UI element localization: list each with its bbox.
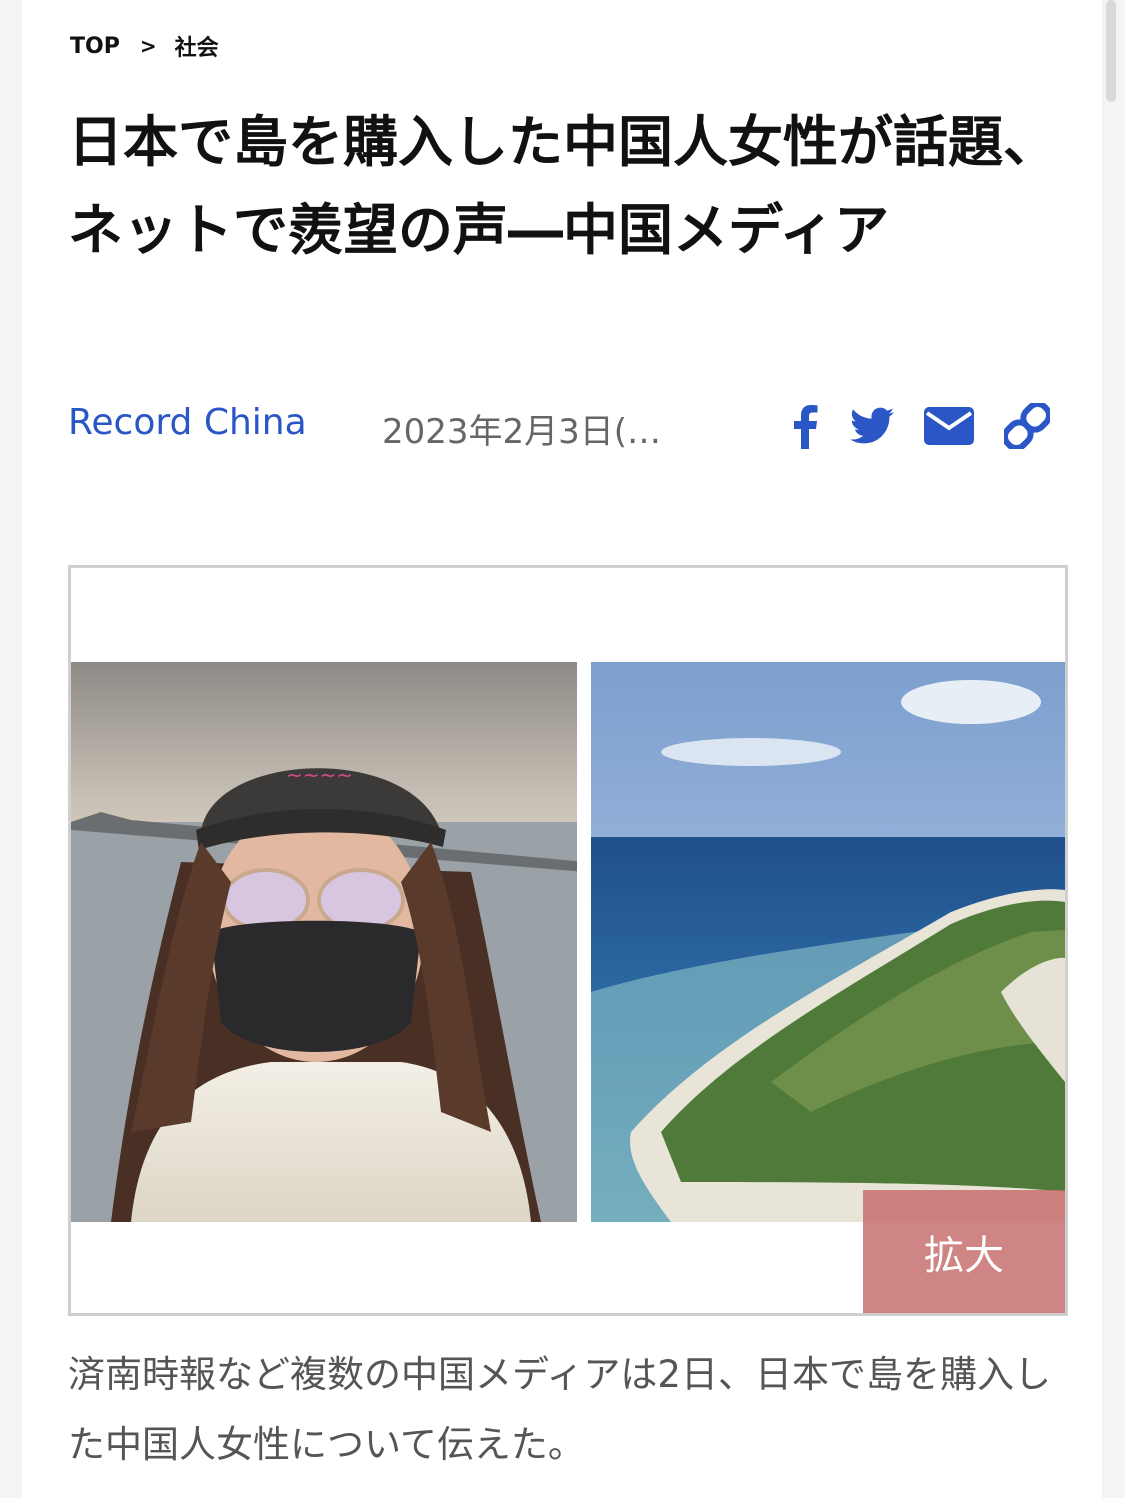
breadcrumb-separator: > xyxy=(139,34,157,58)
breadcrumb-category-link[interactable]: 社会 xyxy=(175,30,219,62)
publish-date: 2023年2月3日(… xyxy=(382,412,662,452)
scrollbar-thumb[interactable] xyxy=(1106,0,1116,102)
article-photo[interactable]: ~~~~ xyxy=(71,662,1065,1222)
svg-text:~~~~: ~~~~ xyxy=(286,763,353,787)
article-lead: 済南時報など複数の中国メディアは2日、日本で島を購入した中国人女性について伝えた… xyxy=(68,1353,1051,1466)
facebook-icon[interactable] xyxy=(790,403,820,449)
mail-icon[interactable] xyxy=(924,407,974,445)
article-image-frame: ~~~~ 拡大 xyxy=(68,565,1068,1316)
article-title: 日本で島を購入した中国人女性が話題、ネットで羨望の声―中国メディア xyxy=(68,110,1059,262)
link-icon[interactable] xyxy=(1004,403,1050,449)
breadcrumb-top-link[interactable]: TOP xyxy=(70,34,120,59)
twitter-icon[interactable] xyxy=(850,407,894,445)
share-buttons xyxy=(776,398,1050,454)
article-meta: Record China 2023年2月3日(… xyxy=(68,398,1068,454)
enlarge-button[interactable]: 拡大 xyxy=(863,1190,1065,1313)
breadcrumb: TOP > 社会 xyxy=(70,30,219,62)
article-page: TOP > 社会 日本で島を購入した中国人女性が話題、ネットで羨望の声―中国メデ… xyxy=(22,0,1102,1498)
source-link[interactable]: Record China xyxy=(68,402,307,443)
